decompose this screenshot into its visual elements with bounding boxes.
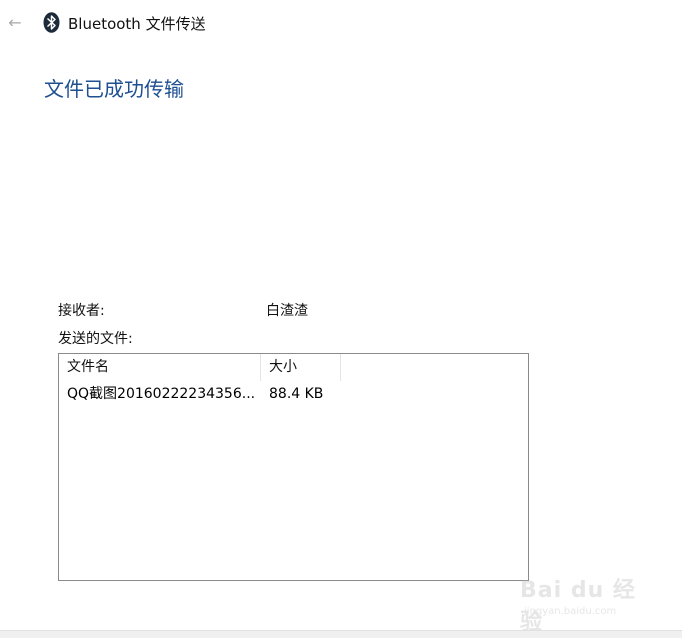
title-bar: ← Bluetooth 文件传送 [0,0,682,46]
recipient-label: 接收者: [58,303,105,319]
table-row[interactable]: QQ截图20160222234356... 88.4 KB [59,382,528,406]
back-arrow-icon: ← [8,12,22,32]
files-sent-label: 发送的文件: [58,331,133,347]
column-header-name[interactable]: 文件名 [59,354,261,381]
baidu-watermark: Bai du 经验 jingyan.baidu.com [520,566,648,635]
window-title: Bluetooth 文件传送 [68,15,206,33]
column-header-size[interactable]: 大小 [261,354,341,381]
back-button[interactable]: ← [4,11,26,33]
watermark-text: Bai du 经验 [520,578,636,635]
watermark-url: jingyan.baidu.com [524,606,617,617]
file-list[interactable]: 文件名 大小 QQ截图20160222234356... 88.4 KB [58,353,529,581]
file-size-cell: 88.4 KB [269,386,324,402]
bottom-bar [0,630,682,638]
page-title: 文件已成功传输 [44,77,184,101]
bluetooth-icon [43,12,60,33]
file-name-cell: QQ截图20160222234356... [67,386,256,402]
recipient-value: 白渣渣 [266,303,308,319]
